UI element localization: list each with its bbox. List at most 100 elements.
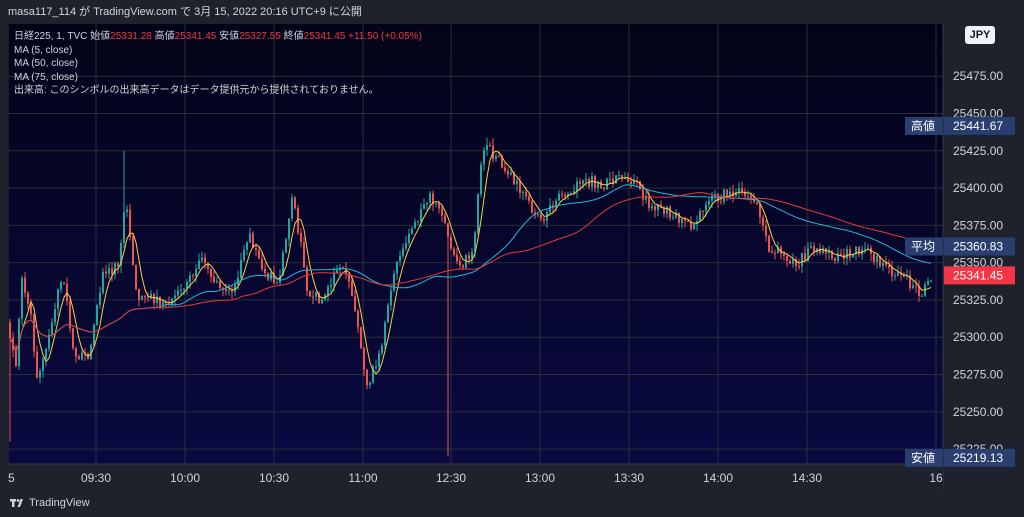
x-tick-label: 13:30: [614, 471, 644, 485]
candle-body: [348, 274, 350, 282]
candle-body: [78, 356, 80, 360]
candle-body: [507, 171, 509, 175]
candle-body: [405, 242, 407, 249]
candle-body: [174, 295, 176, 299]
candle-body: [837, 253, 839, 261]
candle-body: [378, 353, 380, 367]
candle-body: [39, 370, 41, 378]
candle-body: [264, 269, 266, 274]
candle-body: [333, 273, 335, 285]
candle-body: [126, 209, 128, 212]
candle-body: [240, 260, 242, 278]
candle-body: [834, 258, 836, 261]
candle-body: [132, 236, 134, 266]
candle-body: [450, 236, 452, 249]
legend-ma75[interactable]: MA (75, close): [14, 71, 422, 85]
candle-body: [741, 188, 743, 192]
candle-body: [42, 359, 44, 371]
y-tick-label: 25325.00: [953, 293, 1003, 307]
x-tick-label: 13:00: [525, 471, 555, 485]
candle-body: [363, 348, 365, 370]
candle-body: [585, 178, 587, 181]
candle-body: [756, 201, 758, 204]
candle-body: [921, 295, 923, 297]
candle-body: [798, 265, 800, 267]
candle-body: [201, 257, 203, 261]
chart-pane[interactable]: 25225.0025250.0025275.0025300.0025325.00…: [8, 24, 1016, 491]
candle-body: [108, 268, 110, 274]
candle-body: [468, 255, 470, 260]
candle-body: [519, 180, 521, 193]
currency-button[interactable]: JPY: [965, 26, 995, 44]
brand[interactable]: TradingView: [10, 497, 90, 509]
candle-body: [459, 261, 461, 266]
candle-body: [417, 221, 419, 223]
candle-body: [891, 267, 893, 277]
low-value: 25327.55: [239, 31, 281, 42]
candle-body: [45, 348, 47, 360]
candle-body: [543, 218, 545, 221]
candle-body: [237, 277, 239, 285]
candle-body: [522, 191, 524, 193]
candle-body: [63, 282, 65, 284]
candle-body: [309, 290, 311, 297]
candle-body: [894, 275, 896, 277]
candle-body: [498, 156, 500, 158]
candle-body: [495, 156, 497, 160]
candle-body: [915, 285, 917, 287]
candle-body: [210, 268, 212, 277]
legend-ma5[interactable]: MA (5, close): [14, 44, 422, 58]
candle-body: [99, 292, 101, 305]
candle-body: [447, 223, 449, 237]
candle-body: [294, 197, 296, 209]
candle-body: [846, 249, 848, 259]
candle-body: [489, 144, 491, 146]
candle-body: [672, 217, 674, 219]
candle-body: [765, 225, 767, 236]
candle-body: [528, 196, 530, 202]
x-tick-label: 14:00: [703, 471, 733, 485]
close-label: 終値: [283, 31, 304, 42]
candle-body: [177, 290, 179, 296]
high-value: 25341.45: [174, 31, 217, 42]
candle-body: [291, 197, 293, 219]
candle-body: [786, 255, 788, 261]
candle-body: [24, 277, 26, 293]
candle-body: [147, 297, 149, 299]
candle-body: [486, 144, 488, 150]
candle-body: [111, 268, 113, 275]
candle-body: [540, 214, 542, 219]
candle-body: [48, 334, 50, 349]
x-tick-label: 09:30: [81, 471, 111, 485]
candle-body: [153, 293, 155, 303]
candle-body: [774, 253, 776, 255]
tag-value-text: 25219.13: [953, 451, 1003, 465]
candle-body: [930, 280, 932, 282]
candle-body: [312, 296, 314, 298]
tag-value-text: 25360.83: [953, 239, 1003, 253]
candle-body: [504, 167, 506, 172]
candle-body: [51, 322, 53, 335]
candle-body: [456, 254, 458, 262]
candle-body: [453, 248, 455, 255]
candle-body: [255, 247, 257, 250]
candle-body: [726, 189, 728, 196]
candle-body: [699, 210, 701, 222]
symbol-info: 日経225, 1, TVC: [14, 31, 88, 42]
legend-ma50[interactable]: MA (50, close): [14, 57, 422, 71]
candle-body: [648, 196, 650, 209]
x-tick-label: 12:30: [436, 471, 466, 485]
candle-body: [54, 309, 56, 323]
candle-body: [36, 351, 38, 378]
candle-body: [321, 299, 323, 304]
open-value: 25331.28: [110, 31, 152, 42]
candle-body: [81, 352, 83, 360]
candle-body: [27, 292, 29, 304]
candle-body: [117, 263, 119, 266]
low-label: 安値: [219, 31, 240, 42]
candle-body: [702, 210, 704, 212]
chart-legend: 日経225, 1, TVC 始値25331.28 高値25341.45 安値25…: [14, 30, 422, 98]
candle-body: [630, 181, 632, 184]
candle-body: [351, 281, 353, 297]
candle-body: [195, 269, 197, 277]
